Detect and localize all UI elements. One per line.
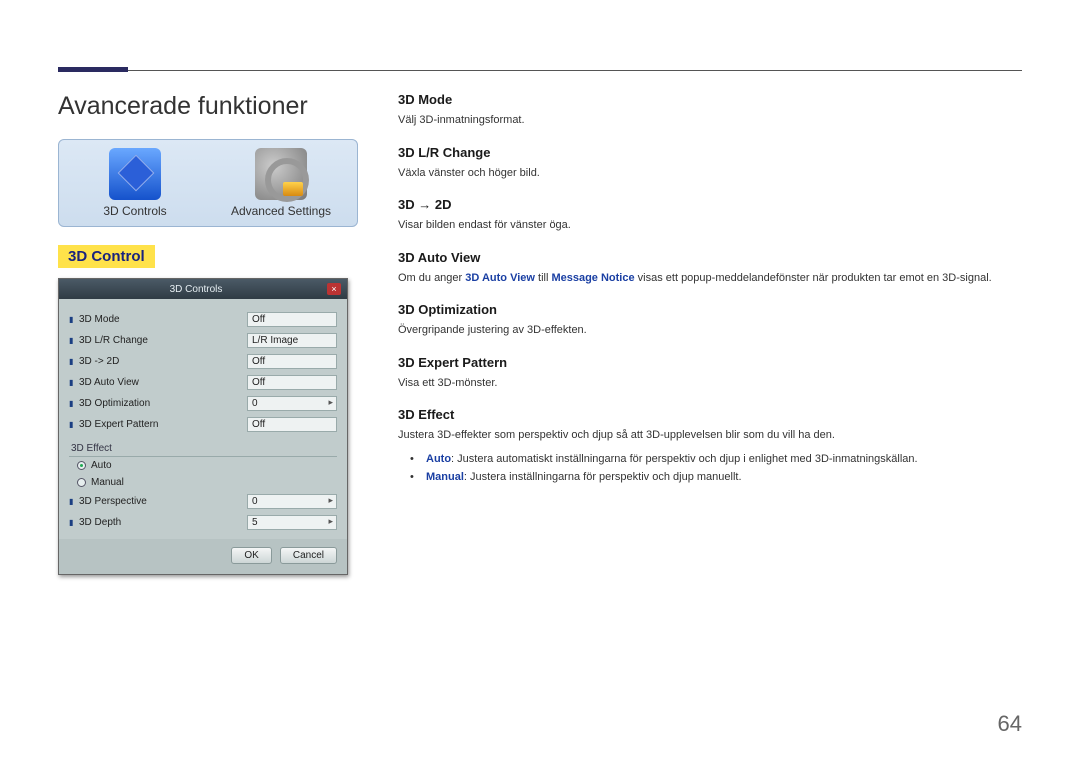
cancel-button[interactable]: Cancel bbox=[280, 547, 337, 564]
setting-value[interactable]: Off bbox=[247, 312, 337, 327]
setting-row: ▮ 3D -> 2D Off bbox=[69, 351, 337, 372]
page-title: Avancerade funktioner bbox=[58, 92, 358, 121]
setting-label: 3D -> 2D bbox=[77, 356, 247, 367]
setting-label: 3D Mode bbox=[77, 314, 247, 325]
heading-3d-expert-pattern: 3D Expert Pattern bbox=[398, 355, 1022, 370]
right-column: 3D Mode Välj 3D-inmatningsformat. 3D L/R… bbox=[398, 92, 1022, 703]
desc-3d-to-2d: Visar bilden endast för vänster öga. bbox=[398, 217, 1022, 234]
setting-label: 3D Depth bbox=[77, 517, 247, 528]
setting-value[interactable]: Off bbox=[247, 417, 337, 432]
text-fragment: till bbox=[535, 272, 552, 284]
icon-advanced-settings[interactable]: Advanced Settings bbox=[213, 148, 349, 218]
dialog-title: 3D Controls bbox=[65, 284, 327, 295]
left-column: Avancerade funktioner 3D Controls Advanc… bbox=[58, 92, 358, 703]
group-label-3d-effect: 3D Effect bbox=[69, 441, 337, 457]
desc-3d-effect: Justera 3D-effekter som perspektiv och d… bbox=[398, 427, 1022, 444]
section-label-highlight: 3D Control bbox=[58, 245, 155, 268]
text-fragment: visas ett popup-meddelandefönster när pr… bbox=[635, 272, 992, 284]
radio-label: Manual bbox=[91, 477, 124, 488]
header-rule bbox=[58, 70, 1022, 71]
bullet-icon: ▮ bbox=[69, 336, 77, 345]
setting-row: ▮ 3D L/R Change L/R Image bbox=[69, 330, 337, 351]
setting-row: ▮ 3D Optimization 0 bbox=[69, 393, 337, 414]
radio-icon bbox=[77, 478, 86, 487]
close-icon[interactable]: × bbox=[327, 283, 341, 295]
bullet-icon: ▮ bbox=[69, 357, 77, 366]
desc-3d-optimization: Övergripande justering av 3D-effekten. bbox=[398, 322, 1022, 339]
bullet-icon: ▮ bbox=[69, 315, 77, 324]
radio-label: Auto bbox=[91, 460, 112, 471]
dialog-body: ▮ 3D Mode Off ▮ 3D L/R Change L/R Image … bbox=[59, 299, 347, 539]
setting-value[interactable]: L/R Image bbox=[247, 333, 337, 348]
bullet-list-3d-effect: Auto: Justera automatiskt inställningarn… bbox=[410, 450, 1022, 487]
gear-icon bbox=[255, 148, 307, 200]
setting-label: 3D Perspective bbox=[77, 496, 247, 507]
keyword-3d-auto-view: 3D Auto View bbox=[465, 272, 535, 284]
dialog-3d-controls: 3D Controls × ▮ 3D Mode Off ▮ 3D L/R Cha… bbox=[58, 278, 348, 575]
bullet-item: Auto: Justera automatiskt inställningarn… bbox=[410, 450, 1022, 469]
setting-row: ▮ 3D Depth 5 bbox=[69, 512, 337, 533]
setting-row: ▮ 3D Mode Off bbox=[69, 309, 337, 330]
setting-row: ▮ 3D Auto View Off bbox=[69, 372, 337, 393]
desc-3d-lr-change: Växla vänster och höger bild. bbox=[398, 165, 1022, 182]
desc-3d-expert-pattern: Visa ett 3D-mönster. bbox=[398, 375, 1022, 392]
setting-label: 3D Expert Pattern bbox=[77, 419, 247, 430]
text-fragment: Om du anger bbox=[398, 272, 465, 284]
keyword-auto: Auto bbox=[426, 453, 451, 465]
setting-value[interactable]: Off bbox=[247, 375, 337, 390]
heading-3d-effect: 3D Effect bbox=[398, 407, 1022, 422]
heading-3d-mode: 3D Mode bbox=[398, 92, 1022, 107]
radio-icon bbox=[77, 461, 86, 470]
cube-icon bbox=[109, 148, 161, 200]
setting-spinner[interactable]: 5 bbox=[247, 515, 337, 530]
bullet-icon: ▮ bbox=[69, 497, 77, 506]
icon-3d-controls[interactable]: 3D Controls bbox=[67, 148, 203, 218]
icon-label: Advanced Settings bbox=[213, 204, 349, 218]
content-area: Avancerade funktioner 3D Controls Advanc… bbox=[58, 92, 1022, 703]
keyword-message-notice: Message Notice bbox=[551, 272, 634, 284]
setting-spinner[interactable]: 0 bbox=[247, 396, 337, 411]
radio-row-auto[interactable]: Auto bbox=[69, 457, 337, 474]
setting-value[interactable]: Off bbox=[247, 354, 337, 369]
bullet-item: Manual: Justera inställningarna för pers… bbox=[410, 468, 1022, 487]
heading-3d-lr-change: 3D L/R Change bbox=[398, 145, 1022, 160]
dialog-titlebar: 3D Controls × bbox=[59, 279, 347, 299]
dialog-button-row: OK Cancel bbox=[59, 539, 347, 574]
page-number: 64 bbox=[998, 711, 1022, 737]
bullet-text: : Justera automatiskt inställningarna fö… bbox=[451, 453, 918, 465]
heading-3d-optimization: 3D Optimization bbox=[398, 302, 1022, 317]
icon-card-row: 3D Controls Advanced Settings bbox=[58, 139, 358, 227]
setting-label: 3D Optimization bbox=[77, 398, 247, 409]
desc-3d-auto-view: Om du anger 3D Auto View till Message No… bbox=[398, 270, 1022, 287]
bullet-text: : Justera inställningarna för perspektiv… bbox=[464, 471, 742, 483]
setting-spinner[interactable]: 0 bbox=[247, 494, 337, 509]
bullet-icon: ▮ bbox=[69, 518, 77, 527]
header-accent bbox=[58, 67, 128, 72]
keyword-manual: Manual bbox=[426, 471, 464, 483]
bullet-icon: ▮ bbox=[69, 399, 77, 408]
setting-row: ▮ 3D Perspective 0 bbox=[69, 491, 337, 512]
setting-row: ▮ 3D Expert Pattern Off bbox=[69, 414, 337, 435]
bullet-icon: ▮ bbox=[69, 378, 77, 387]
heading-3d-to-2d: 3D → 2D bbox=[398, 197, 1022, 212]
icon-label: 3D Controls bbox=[67, 204, 203, 218]
bullet-icon: ▮ bbox=[69, 420, 77, 429]
setting-label: 3D Auto View bbox=[77, 377, 247, 388]
heading-3d-auto-view: 3D Auto View bbox=[398, 250, 1022, 265]
desc-3d-mode: Välj 3D-inmatningsformat. bbox=[398, 112, 1022, 129]
setting-label: 3D L/R Change bbox=[77, 335, 247, 346]
radio-row-manual[interactable]: Manual bbox=[69, 474, 337, 491]
ok-button[interactable]: OK bbox=[231, 547, 271, 564]
